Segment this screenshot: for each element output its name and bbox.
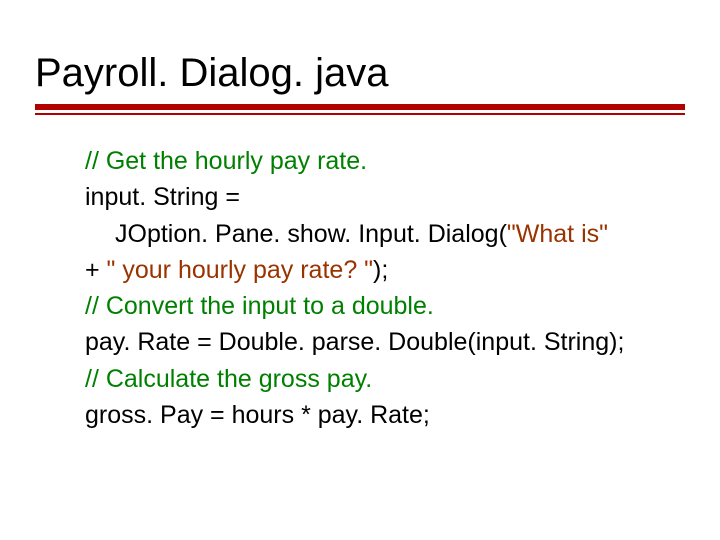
slide: Payroll. Dialog. java // Get the hourly … <box>0 0 720 540</box>
code-string: "What is" <box>507 220 608 248</box>
code-line-comment: // Get the hourly pay rate. <box>85 147 367 175</box>
code-line: JOption. Pane. show. Input. Dialog( <box>115 220 507 248</box>
title-rule-thin <box>35 113 685 115</box>
code-line-comment: // Convert the input to a double. <box>85 292 434 320</box>
code-line: gross. Pay = hours * pay. Rate; <box>85 401 430 429</box>
code-string: " your hourly pay rate? " <box>107 256 374 284</box>
code-line: + <box>85 256 107 284</box>
slide-title: Payroll. Dialog. java <box>35 50 685 96</box>
code-line-comment: // Calculate the gross pay. <box>85 365 372 393</box>
code-line: ); <box>373 256 388 284</box>
code-block: // Get the hourly pay rate. input. Strin… <box>35 143 685 433</box>
code-line: input. String = <box>85 183 240 211</box>
code-line: pay. Rate = Double. parse. Double(input.… <box>85 328 624 356</box>
title-rule-thick <box>35 104 685 110</box>
